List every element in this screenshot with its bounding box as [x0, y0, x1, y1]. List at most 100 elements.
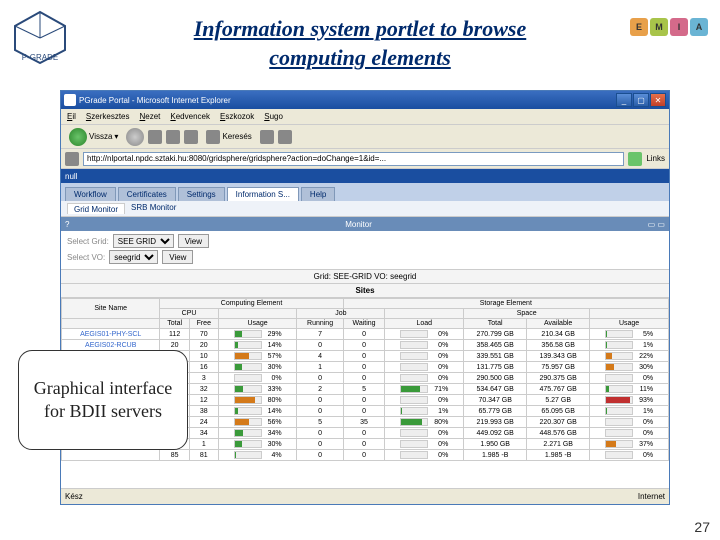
cell-usage: 33%: [218, 384, 297, 395]
collapse-icon[interactable]: ▭ ▭: [648, 220, 665, 229]
cell-free: 38: [189, 406, 218, 417]
tab-certificates[interactable]: Certificates: [118, 187, 176, 201]
history-icon[interactable]: [278, 130, 292, 144]
cell-running: 4: [297, 351, 343, 362]
cell-space-usage: 0%: [590, 428, 669, 439]
cell-usage: 30%: [218, 439, 297, 450]
cell-sitename[interactable]: AEGIS01-PHY-SCL: [62, 329, 160, 340]
cell-space-usage: 0%: [590, 450, 669, 461]
cell-space-total: 70.347 GB: [464, 395, 527, 406]
links-label[interactable]: Links: [646, 154, 665, 163]
table-row[interactable]: 85814%000%1.985 -B1.985 -B0%: [62, 450, 669, 461]
cell-space-usage: 0%: [590, 417, 669, 428]
cell-free: 34: [189, 428, 218, 439]
puzzle-logo: E M I A: [630, 18, 710, 58]
group-header-row: Site Name Computing Element Storage Elem…: [62, 299, 669, 309]
grid-select[interactable]: SEE GRID: [113, 234, 174, 248]
cell-load: 0%: [385, 395, 464, 406]
cell-load: 1%: [385, 406, 464, 417]
view-button-2[interactable]: View: [162, 250, 193, 264]
monitor-title: Monitor: [345, 220, 372, 229]
cell-space-total: 358.465 GB: [464, 340, 527, 351]
cell-space-usage: 1%: [590, 406, 669, 417]
cell-free: 20: [189, 340, 218, 351]
favorites-icon[interactable]: [260, 130, 274, 144]
home-icon[interactable]: [184, 130, 198, 144]
filter-panel: Select Grid: SEE GRID View Select VO: se…: [61, 231, 669, 270]
cell-load: 0%: [385, 439, 464, 450]
window-titlebar[interactable]: PGrade Portal - Microsoft Internet Explo…: [61, 91, 669, 109]
menu-help[interactable]: Sugo: [264, 112, 283, 121]
minimize-button[interactable]: _: [616, 93, 632, 107]
cell-space-avail: 1.985 -B: [527, 450, 590, 461]
browser-toolbar: Vissza▾ Keresés: [61, 125, 669, 149]
help-icon[interactable]: ?: [65, 220, 69, 229]
cell-space-total: 290.500 GB: [464, 373, 527, 384]
cell-running: 0: [297, 340, 343, 351]
cell-running: 5: [297, 417, 343, 428]
back-button[interactable]: Vissza▾: [65, 126, 122, 148]
menu-bar: Eil Szerkesztes Nezet Kedvencek Eszkozok…: [61, 109, 669, 125]
table-row[interactable]: AEGIS02-RCUB202014%000%358.465 GB356.58 …: [62, 340, 669, 351]
go-button[interactable]: [628, 152, 642, 166]
maximize-button[interactable]: ▢: [633, 93, 649, 107]
address-icon: [65, 152, 79, 166]
view-button-1[interactable]: View: [178, 234, 209, 248]
cell-free: 81: [189, 450, 218, 461]
refresh-icon[interactable]: [166, 130, 180, 144]
menu-edit[interactable]: Szerkesztes: [86, 112, 130, 121]
cell-running: 1: [297, 362, 343, 373]
cell-load: 0%: [385, 373, 464, 384]
cell-load: 71%: [385, 384, 464, 395]
menu-tools[interactable]: Eszkozok: [220, 112, 254, 121]
tab-settings[interactable]: Settings: [178, 187, 225, 201]
cell-running: 0: [297, 428, 343, 439]
cell-usage: 4%: [218, 450, 297, 461]
cell-free: 32: [189, 384, 218, 395]
cell-space-avail: 75.957 GB: [527, 362, 590, 373]
stop-icon[interactable]: [148, 130, 162, 144]
monitor-titlebar: ? Monitor ▭ ▭: [61, 217, 669, 231]
tab-help[interactable]: Help: [301, 187, 335, 201]
cell-usage: 14%: [218, 406, 297, 417]
cell-waiting: 0: [343, 340, 385, 351]
vo-select[interactable]: seegrid: [109, 250, 158, 264]
search-button[interactable]: Keresés: [202, 128, 255, 146]
cell-space-avail: 475.767 GB: [527, 384, 590, 395]
cell-space-total: 449.092 GB: [464, 428, 527, 439]
cell-space-usage: 0%: [590, 373, 669, 384]
address-bar: Links: [61, 149, 669, 169]
tab-information[interactable]: Information S...: [227, 187, 299, 201]
cell-free: 24: [189, 417, 218, 428]
menu-file[interactable]: Eil: [67, 112, 76, 121]
cell-sitename[interactable]: [62, 450, 160, 461]
cell-waiting: 35: [343, 417, 385, 428]
cell-space-total: 339.551 GB: [464, 351, 527, 362]
cell-free: 1: [189, 439, 218, 450]
cell-space-usage: 5%: [590, 329, 669, 340]
col-sitename: Site Name: [62, 299, 160, 319]
callout-text: Graphical interface for BDII servers: [27, 377, 179, 424]
menu-view[interactable]: Nezet: [139, 112, 160, 121]
cell-space-total: 1.950 GB: [464, 439, 527, 450]
group-storage: Storage Element: [343, 299, 668, 309]
address-input[interactable]: [83, 152, 624, 166]
close-button[interactable]: ✕: [650, 93, 666, 107]
cell-load: 0%: [385, 450, 464, 461]
tab-workflow[interactable]: Workflow: [65, 187, 116, 201]
cell-space-usage: 37%: [590, 439, 669, 450]
cell-running: 7: [297, 329, 343, 340]
forward-button[interactable]: [126, 128, 144, 146]
cell-sitename[interactable]: AEGIS02-RCUB: [62, 340, 160, 351]
tab-srb-monitor[interactable]: SRB Monitor: [131, 203, 176, 214]
cell-free: 3: [189, 373, 218, 384]
menu-favorites[interactable]: Kedvencek: [170, 112, 210, 121]
cell-space-total: 65.779 GB: [464, 406, 527, 417]
cell-waiting: 0: [343, 351, 385, 362]
cell-space-total: 534.647 GB: [464, 384, 527, 395]
grid-info-line: Grid: SEE-GRID VO: seegrid: [61, 270, 669, 284]
cell-space-avail: 448.576 GB: [527, 428, 590, 439]
cell-running: 2: [297, 384, 343, 395]
tab-grid-monitor[interactable]: Grid Monitor: [67, 203, 125, 214]
table-row[interactable]: AEGIS01-PHY-SCL1127029%700%270.799 GB210…: [62, 329, 669, 340]
